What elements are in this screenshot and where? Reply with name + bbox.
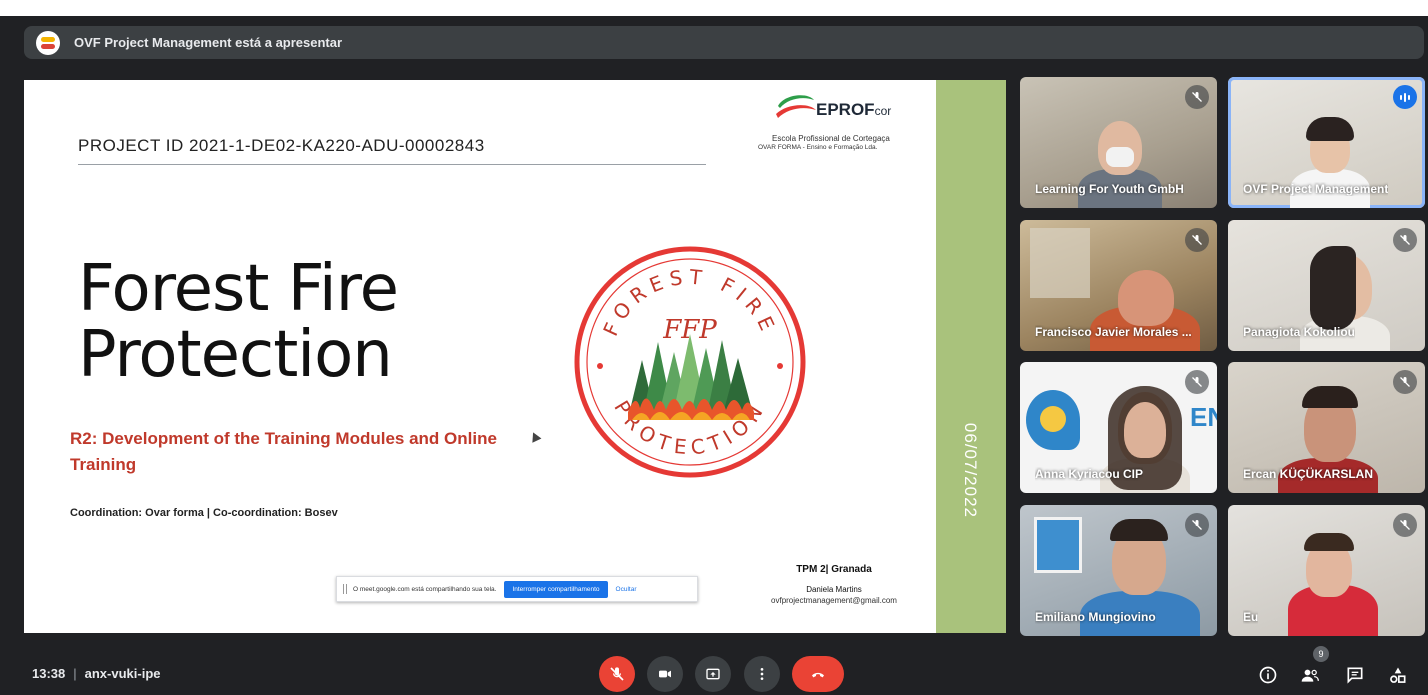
participant-name: Ercan KÜÇÜKARSLAN [1243,467,1374,481]
participant-name: Francisco Javier Morales ... [1035,325,1192,339]
people-button[interactable] [1299,664,1321,686]
mic-off-icon [1185,513,1209,537]
participant-name: Learning For Youth GmbH [1035,182,1184,196]
tpm-label: TPM 2| Granada [796,564,872,575]
info-button[interactable] [1257,664,1279,686]
participant-name: Eu [1243,610,1259,624]
people-icon [1301,669,1319,682]
end-call-button[interactable] [792,656,844,692]
participant-name: Panagiota Kokoliou [1243,325,1356,339]
slide-side-band [936,80,1006,633]
participant-name: Anna Kyriacou CIP [1035,467,1144,481]
eprofcor-school-name: Escola Profissional de Cortegaça [772,134,890,143]
meeting-code: anx-vuki-ipe [84,666,161,681]
participant-tile[interactable]: Ercan KÜÇÜKARSLAN [1228,362,1425,493]
presenter-banner: OVF Project Management está a apresentar [24,26,1424,59]
camera-icon [659,670,671,678]
eprofcor-brand: EPROFcor [816,100,892,119]
mic-off-icon [1185,85,1209,109]
mic-off-icon [1393,370,1417,394]
eprofcor-swoosh-icon [776,95,816,118]
mic-off-button[interactable] [599,656,635,692]
slide-title-line2: Protection [78,318,393,392]
more-options-button[interactable] [744,656,780,692]
participant-tile[interactable]: EN Anna Kyriacou CIP [1020,362,1217,493]
activities-icon [1390,667,1406,683]
participant-tile[interactable]: Panagiota Kokoliou [1228,220,1425,351]
present-icon [706,668,720,680]
cropped-caption [0,0,1428,16]
presenter-banner-text: OVF Project Management está a apresentar [74,35,343,50]
meeting-controls-bar: 13:38 | anx-vuki-ipe [0,650,1428,695]
slide-date: 06/07/2022 [961,422,980,518]
meeting-info: 13:38 | anx-vuki-ipe [32,666,161,681]
mic-off-icon [1393,228,1417,252]
slide-footer: TPM 2| Granada Daniela Martins ovfprojec… [744,564,924,605]
meeting-time: 13:38 [32,666,66,681]
drag-handle-icon[interactable] [343,584,347,594]
slide-subtitle: R2: Development of the Training Modules … [70,429,497,474]
present-button[interactable] [695,656,731,692]
participant-tile[interactable]: Emiliano Mungiovino [1020,505,1217,636]
participant-count-badge: 9 [1313,646,1329,662]
screen-share-banner: O meet.google.com está compartilhando su… [336,576,698,602]
slide-title-line1: Forest Fire [78,252,399,326]
stop-sharing-button[interactable]: Interromper compartilhamento [504,580,608,598]
share-banner-message: O meet.google.com está compartilhando su… [353,585,497,593]
slide-coordination: Coordination: Ovar forma | Co-coordinati… [70,507,338,519]
more-icon [760,668,764,680]
project-id: PROJECT ID 2021-1-DE02-KA220-ADU-0000284… [78,136,485,155]
mouse-cursor-icon [528,430,542,443]
eprofcor-company-name: OVAR FORMA - Ensino e Formação Lda. [758,144,878,151]
camera-button[interactable] [647,656,683,692]
participant-tile[interactable]: Eu [1228,505,1425,636]
chat-button[interactable] [1344,664,1366,686]
mic-off-icon [610,667,624,681]
presenter-avatar-icon [36,30,60,55]
ffp-badge-logo: FOREST FIRE PROTECTION FFP [570,242,810,482]
participant-tile-active[interactable]: OVF Project Management [1228,77,1425,208]
divider [78,164,706,165]
info-icon [1259,666,1277,684]
author-name: Daniela Martins [806,585,862,594]
mic-off-icon [1185,370,1209,394]
chat-icon [1347,667,1363,684]
participant-tile[interactable]: Francisco Javier Morales ... [1020,220,1217,351]
speaking-indicator-icon [1393,85,1417,109]
end-call-icon [812,672,824,678]
mic-off-icon [1393,513,1417,537]
eprofcor-logo: EPROFcor Escola Profissional de Cortegaç… [754,90,924,170]
participant-tile[interactable]: Learning For Youth GmbH [1020,77,1217,208]
activities-button[interactable] [1387,664,1409,686]
hide-banner-button[interactable]: Ocultar [616,586,637,593]
mic-off-icon [1185,228,1209,252]
author-email: ovfprojectmanagement@gmail.com [771,596,897,605]
participant-name: Emiliano Mungiovino [1035,610,1156,624]
participant-name: OVF Project Management [1243,182,1389,196]
shared-screen: 06/07/2022 PROJECT ID 2021-1-DE02-KA220-… [24,80,1006,633]
